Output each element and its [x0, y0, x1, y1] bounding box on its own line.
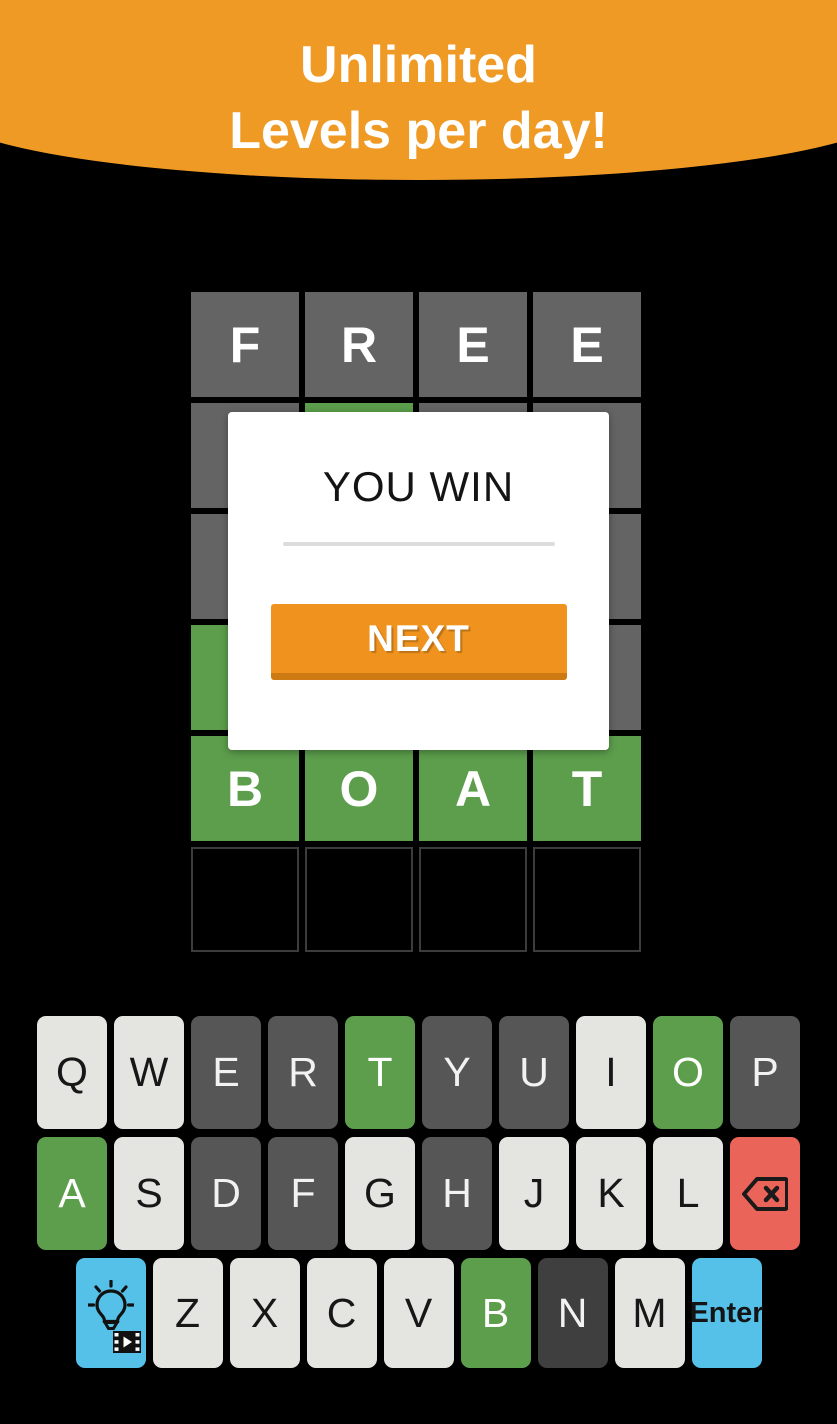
dialog-divider	[282, 542, 555, 546]
key-s[interactable]: S	[114, 1137, 184, 1250]
app-root: Unlimited Levels per day! F R E E B O A …	[0, 0, 837, 1424]
key-a[interactable]: A	[37, 1137, 107, 1250]
enter-key[interactable]: Enter	[689, 1258, 764, 1368]
key-m[interactable]: M	[614, 1258, 685, 1368]
key-d[interactable]: D	[191, 1137, 261, 1250]
keyboard-row-2: A S D F G H J K L	[0, 1137, 837, 1250]
grid-tile: E	[419, 292, 527, 397]
key-n[interactable]: N	[537, 1258, 608, 1368]
grid-row: B O A T	[191, 736, 647, 841]
dialog-title: YOU WIN	[322, 463, 515, 510]
key-r[interactable]: R	[268, 1016, 338, 1129]
hint-key[interactable]	[75, 1258, 146, 1368]
you-win-dialog: YOU WIN NEXT	[228, 412, 609, 750]
promo-banner-line-2: Levels per day!	[229, 102, 608, 160]
grid-tile: R	[305, 292, 413, 397]
grid-tile	[191, 847, 299, 952]
grid-row	[191, 847, 647, 952]
next-button[interactable]: NEXT	[270, 604, 567, 680]
promo-banner-line-1: Unlimited	[300, 36, 537, 94]
key-q[interactable]: Q	[37, 1016, 107, 1129]
key-b[interactable]: B	[460, 1258, 531, 1368]
key-h[interactable]: H	[422, 1137, 492, 1250]
lightbulb-icon	[87, 1280, 134, 1330]
grid-tile: B	[191, 736, 299, 841]
key-x[interactable]: X	[229, 1258, 300, 1368]
grid-tile: F	[191, 292, 299, 397]
video-badge-icon	[112, 1331, 141, 1353]
promo-banner: Unlimited Levels per day!	[0, 0, 837, 180]
key-v[interactable]: V	[383, 1258, 454, 1368]
key-w[interactable]: W	[114, 1016, 184, 1129]
key-z[interactable]: Z	[152, 1258, 223, 1368]
backspace-key[interactable]	[730, 1137, 800, 1250]
grid-tile	[533, 847, 641, 952]
key-g[interactable]: G	[345, 1137, 415, 1250]
grid-tile: T	[533, 736, 641, 841]
backspace-icon	[742, 1176, 788, 1211]
key-y[interactable]: Y	[422, 1016, 492, 1129]
key-j[interactable]: J	[499, 1137, 569, 1250]
key-l[interactable]: L	[653, 1137, 723, 1250]
lightbulb-video-icon	[76, 1258, 146, 1368]
key-i[interactable]: I	[576, 1016, 646, 1129]
on-screen-keyboard: Q W E R T Y U I O P A S D F G H J K L Z …	[0, 1016, 837, 1376]
grid-tile: O	[305, 736, 413, 841]
key-k[interactable]: K	[576, 1137, 646, 1250]
key-u[interactable]: U	[499, 1016, 569, 1129]
key-f[interactable]: F	[268, 1137, 338, 1250]
keyboard-row-3: Z X C V B N M Enter	[0, 1258, 837, 1368]
grid-row: F R E E	[191, 292, 647, 397]
grid-tile	[419, 847, 527, 952]
promo-banner-text: Unlimited Levels per day!	[0, 0, 837, 180]
grid-tile: E	[533, 292, 641, 397]
grid-tile: A	[419, 736, 527, 841]
key-t[interactable]: T	[345, 1016, 415, 1129]
key-e[interactable]: E	[191, 1016, 261, 1129]
key-c[interactable]: C	[306, 1258, 377, 1368]
key-o[interactable]: O	[653, 1016, 723, 1129]
grid-tile	[305, 847, 413, 952]
keyboard-row-1: Q W E R T Y U I O P	[0, 1016, 837, 1129]
key-p[interactable]: P	[730, 1016, 800, 1129]
